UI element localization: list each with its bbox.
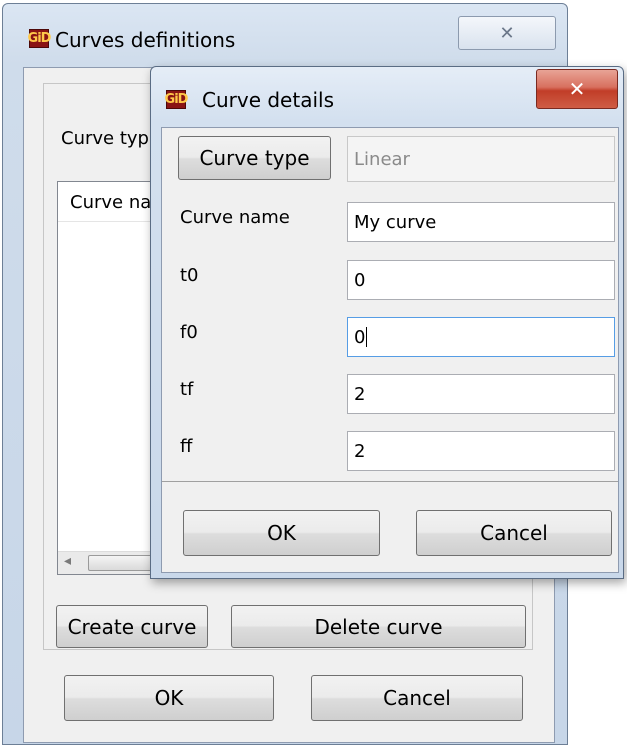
f0-input[interactable]: 0 [347, 317, 615, 357]
scroll-left-icon[interactable]: ◂ [64, 553, 71, 569]
f0-value: 0 [354, 326, 366, 348]
curve-type-label: Curve typ [61, 128, 149, 149]
curve-type-value-field: Linear [347, 136, 615, 182]
curve-type-value: Linear [354, 148, 410, 170]
tf-input[interactable]: 2 [347, 374, 615, 414]
t0-label: t0 [180, 265, 199, 286]
delete-curve-button[interactable]: Delete curve [231, 605, 526, 648]
close-button[interactable]: ✕ [458, 16, 556, 50]
create-curve-button[interactable]: Create curve [56, 605, 208, 648]
dialog-title: Curve details [202, 88, 334, 112]
tf-value: 2 [354, 383, 366, 405]
dialog-ok-button[interactable]: OK [183, 510, 380, 556]
curve-details-dialog: GiD Curve details ✕ Curve type Linear Cu… [150, 66, 624, 579]
ff-label: ff [180, 436, 193, 457]
text-caret [366, 327, 368, 347]
f0-label: f0 [180, 322, 198, 343]
tf-label: tf [180, 379, 194, 400]
dialog-client-area: Curve type Linear Curve name My curve t0… [161, 127, 619, 573]
curve-name-input[interactable]: My curve [347, 202, 615, 242]
gid-app-icon: GiD [164, 90, 188, 109]
close-icon: ✕ [499, 22, 515, 44]
curve-name-label: Curve name [180, 207, 290, 228]
dialog-separator [162, 481, 618, 482]
curve-type-button[interactable]: Curve type [178, 136, 331, 180]
ff-input[interactable]: 2 [347, 431, 615, 471]
gid-app-icon: GiD [27, 29, 51, 48]
curve-name-column-header[interactable]: Curve na [70, 192, 151, 213]
ff-value: 2 [354, 440, 366, 462]
window-title: Curves definitions [55, 28, 236, 52]
t0-value: 0 [354, 269, 366, 291]
close-icon: ✕ [568, 77, 586, 101]
curve-name-value: My curve [354, 211, 437, 233]
dialog-close-button[interactable]: ✕ [536, 69, 618, 109]
outer-ok-button[interactable]: OK [64, 675, 274, 721]
outer-cancel-button[interactable]: Cancel [311, 675, 523, 721]
dialog-cancel-button[interactable]: Cancel [416, 510, 612, 556]
t0-input[interactable]: 0 [347, 260, 615, 300]
